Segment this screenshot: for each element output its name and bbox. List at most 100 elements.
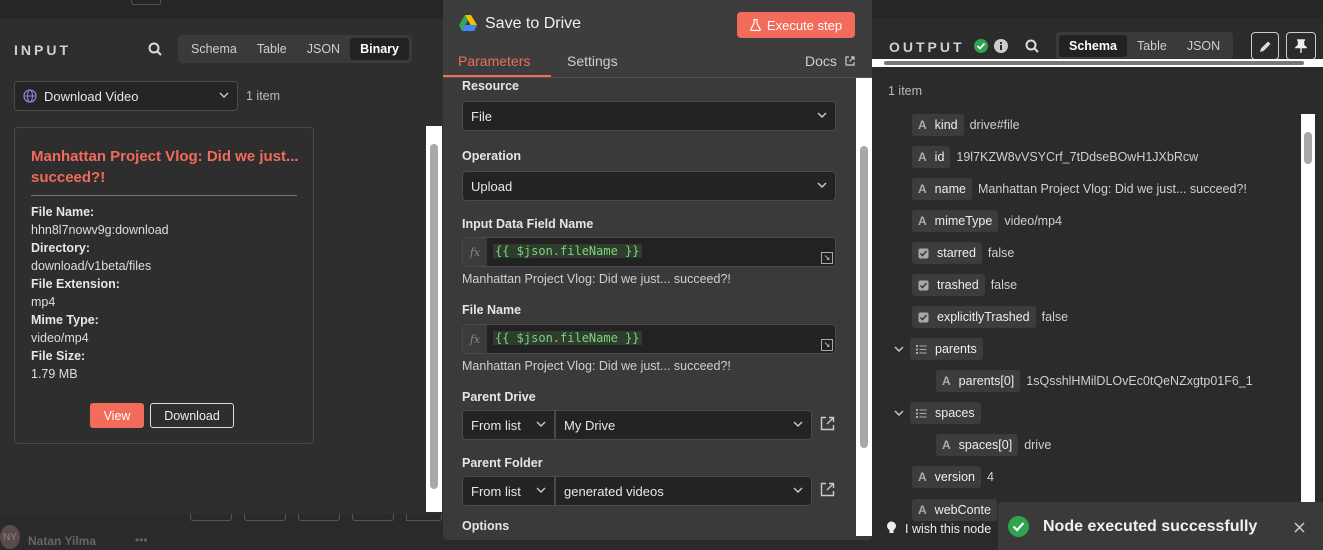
schema-key[interactable]: Aid [912, 146, 951, 168]
parent-folder-select[interactable]: generated videos [555, 476, 812, 506]
schema-value: false [1041, 310, 1069, 324]
docs-link[interactable]: Docs [805, 53, 837, 69]
schema-key[interactable]: Aversion [912, 466, 981, 488]
resource-select[interactable]: File [462, 101, 836, 131]
canvas-button[interactable] [244, 513, 286, 521]
string-type-icon: A [918, 503, 927, 517]
pin-data-button[interactable] [1286, 32, 1316, 60]
expression-code: {{ $json.fileName }} [493, 244, 642, 258]
open-link-icon[interactable] [820, 416, 835, 431]
schema-row: Aname Manhattan Project Vlog: Did we jus… [912, 178, 1247, 200]
schema-key[interactable]: Aname [912, 178, 972, 200]
flask-icon [750, 19, 761, 31]
key-name: kind [934, 118, 958, 132]
tab-table[interactable]: Table [1127, 35, 1177, 57]
input-item-count: 1 item [246, 89, 281, 103]
canvas-button[interactable] [190, 513, 232, 521]
user-avatar[interactable]: NY [0, 525, 20, 549]
schema-key[interactable]: trashed [912, 274, 985, 296]
canvas-button[interactable] [406, 513, 442, 521]
string-type-icon: A [942, 438, 951, 452]
schema-key[interactable]: parents [910, 338, 983, 360]
field-value: video/mp4 [31, 331, 89, 345]
key-name: trashed [937, 278, 979, 292]
parent-folder-mode-select[interactable]: From list [462, 476, 555, 506]
info-icon[interactable] [994, 39, 1008, 53]
chevron-down-icon[interactable] [894, 408, 904, 418]
schema-key[interactable]: starred [912, 242, 982, 264]
field-label: File Size: [31, 349, 86, 363]
success-check-icon [1008, 516, 1029, 537]
field-label: Mime Type: [31, 313, 99, 327]
search-icon[interactable] [1025, 39, 1039, 53]
checkbox-type-icon [918, 248, 929, 258]
external-link-icon[interactable] [845, 56, 855, 66]
source-node-select[interactable]: Download Video [14, 81, 238, 111]
tab-parameters[interactable]: Parameters [458, 53, 530, 69]
string-type-icon: A [918, 214, 927, 228]
tab-schema[interactable]: Schema [1059, 35, 1127, 57]
parent-drive-select[interactable]: My Drive [555, 410, 812, 440]
chevron-down-icon [536, 421, 546, 427]
file-name-expression[interactable]: fx {{ $json.fileName }} ↘ [462, 324, 836, 354]
string-type-icon: A [918, 118, 927, 132]
schema-key[interactable]: Aspaces[0] [936, 434, 1019, 456]
scrollbar-thumb[interactable] [884, 61, 1304, 65]
tab-schema[interactable]: Schema [181, 38, 247, 60]
schema-key[interactable]: explicitlyTrashed [912, 306, 1036, 328]
view-button[interactable]: View [90, 403, 144, 428]
node-title[interactable]: Save to Drive [485, 15, 581, 33]
field-label: File Extension: [31, 277, 120, 291]
schema-key[interactable]: AmimeType [912, 210, 999, 232]
parent-drive-mode-select[interactable]: From list [462, 410, 555, 440]
scrollbar-thumb[interactable] [1304, 132, 1312, 164]
user-name: Natan Yilma [28, 534, 97, 548]
schema-row: Akind drive#file [912, 114, 1020, 136]
canvas-button[interactable] [352, 513, 394, 521]
output-scrollbar[interactable] [1301, 114, 1315, 514]
expand-icon[interactable]: ↘ [821, 252, 833, 264]
input-panel: INPUT Schema Table JSON Binary Download … [0, 18, 443, 514]
tab-settings[interactable]: Settings [567, 53, 618, 69]
operation-value: Upload [471, 178, 513, 194]
tab-json[interactable]: JSON [297, 38, 350, 60]
checkbox-type-icon [918, 312, 929, 322]
close-icon[interactable] [1294, 522, 1305, 533]
schema-key[interactable]: AwebConte [912, 499, 997, 521]
download-button[interactable]: Download [150, 403, 234, 428]
input-scrollbar[interactable] [426, 126, 442, 512]
schema-key[interactable]: Akind [912, 114, 964, 136]
tab-table[interactable]: Table [247, 38, 297, 60]
key-name: spaces[0] [958, 438, 1013, 452]
output-h-scrollbar[interactable] [872, 59, 1323, 67]
input-title: INPUT [14, 42, 71, 58]
tab-json[interactable]: JSON [1177, 35, 1230, 57]
operation-select[interactable]: Upload [462, 171, 836, 201]
tab-binary[interactable]: Binary [350, 38, 409, 60]
scrollbar-thumb[interactable] [430, 144, 438, 489]
schema-key[interactable]: spaces [910, 402, 981, 424]
search-icon[interactable] [148, 42, 162, 56]
toast-message: Node executed successfully [1043, 518, 1258, 535]
more-icon[interactable]: ••• [135, 533, 148, 547]
node-scrollbar[interactable] [856, 78, 872, 536]
scrollbar-thumb[interactable] [860, 146, 868, 448]
schema-key[interactable]: Aparents[0] [936, 370, 1021, 392]
expand-icon[interactable]: ↘ [821, 339, 833, 351]
execute-step-button[interactable]: Execute step [737, 12, 855, 38]
feedback-text[interactable]: I wish this node [905, 522, 991, 536]
canvas-button[interactable] [298, 513, 340, 521]
parent-drive-value: My Drive [564, 417, 616, 433]
schema-value: 1sQsshlHMilDLOvEc0tQeNZxgtp01F6_1 [1026, 374, 1253, 388]
input-data-field-expression[interactable]: fx {{ $json.fileName }} ↘ [462, 237, 836, 267]
field-value: hhn8l7nowv9g:download [31, 223, 169, 237]
fx-icon: fx [463, 238, 487, 266]
key-name: id [934, 150, 945, 164]
schema-value: Manhattan Project Vlog: Did we just... s… [977, 182, 1247, 196]
schema-row: AmimeType video/mp4 [912, 210, 1062, 232]
chevron-down-icon[interactable] [894, 344, 904, 354]
parent-folder-label: Parent Folder [462, 456, 543, 470]
edit-output-button[interactable] [1251, 32, 1279, 60]
open-link-icon[interactable] [820, 482, 835, 497]
string-type-icon: A [918, 470, 927, 484]
